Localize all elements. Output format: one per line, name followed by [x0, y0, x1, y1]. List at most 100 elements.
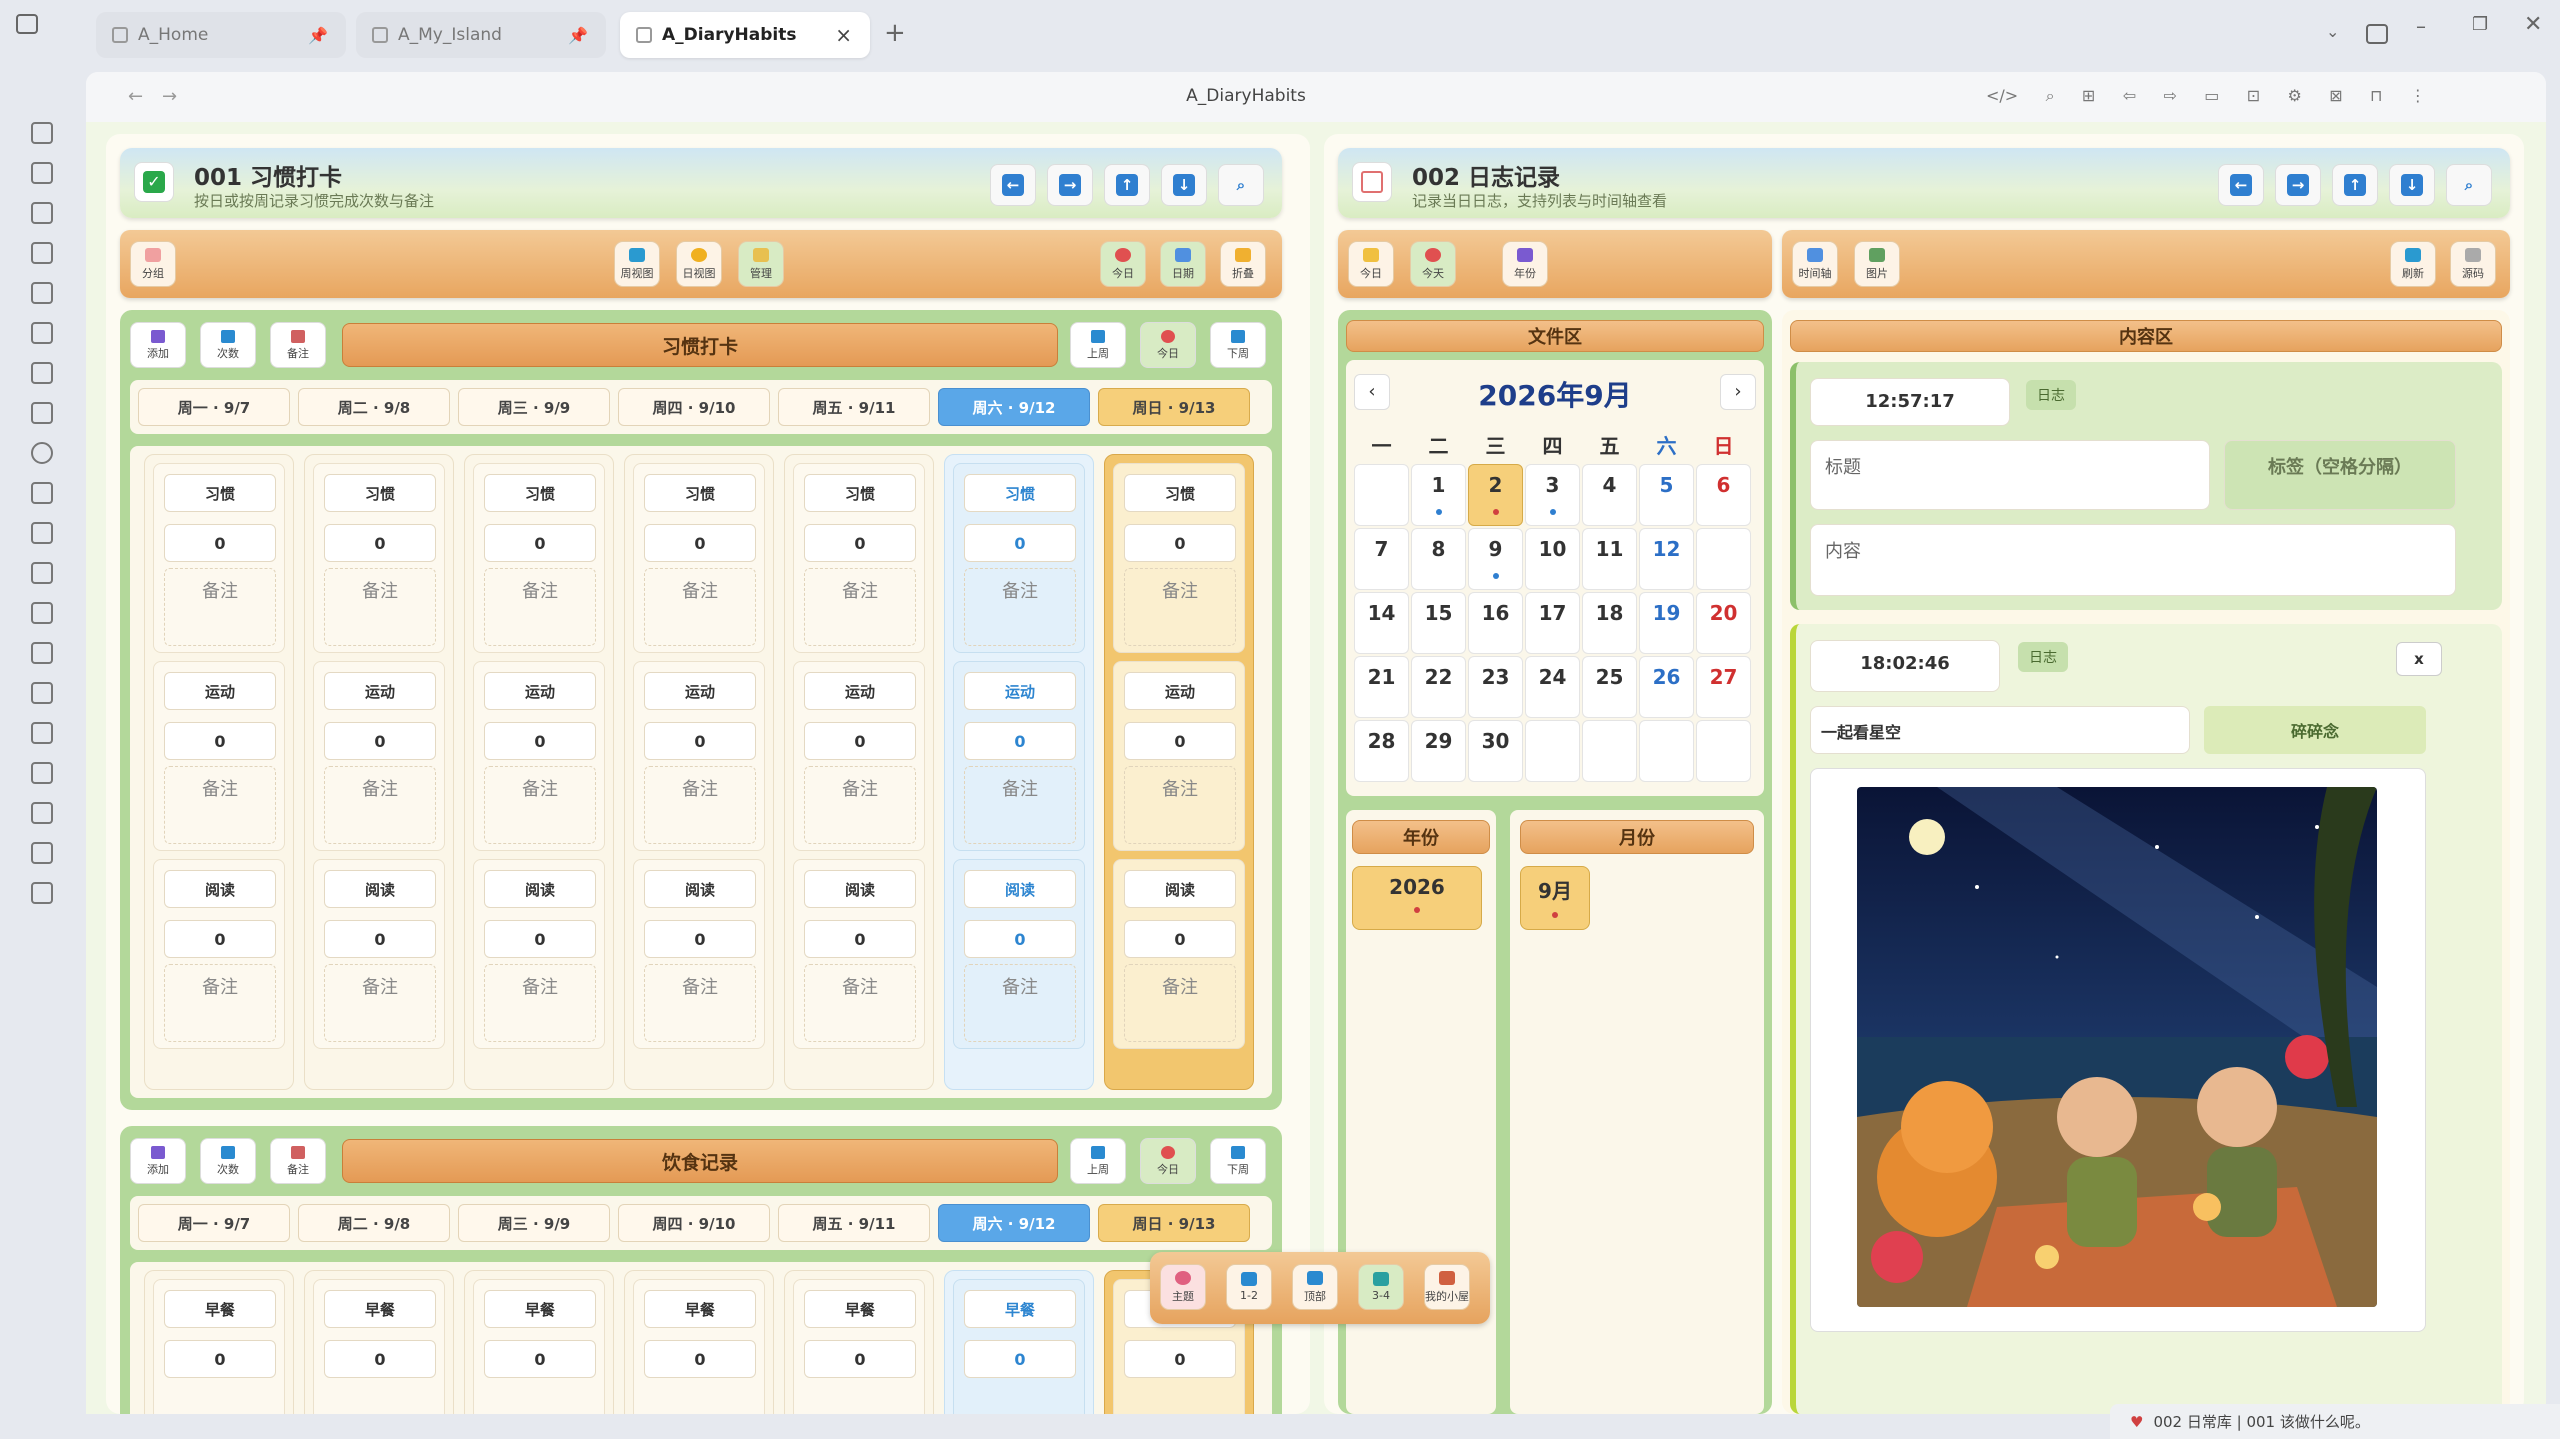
restore-button[interactable]: ❐: [2472, 14, 2488, 35]
habit-count[interactable]: 0: [484, 722, 596, 760]
home-icon[interactable]: [31, 682, 53, 704]
content-field[interactable]: 内容: [1810, 524, 2456, 596]
group-button[interactable]: 分组: [130, 241, 176, 287]
calendar-day[interactable]: 24: [1525, 656, 1580, 718]
tags-field[interactable]: 标签（空格分隔）: [2224, 440, 2456, 510]
search-button[interactable]: ⌕: [2446, 164, 2492, 206]
habit-note[interactable]: 备注: [804, 766, 916, 844]
habit-note[interactable]: 备注: [324, 964, 436, 1042]
habit-count[interactable]: 0: [964, 920, 1076, 958]
habit-name[interactable]: 运动: [1124, 672, 1236, 710]
habit-name[interactable]: 习惯: [804, 474, 916, 512]
today-button[interactable]: 今日: [1100, 241, 1146, 287]
calendar-day[interactable]: 9: [1468, 528, 1523, 590]
day-button[interactable]: 周二 · 9/8: [298, 1204, 450, 1242]
bookmark-add-icon[interactable]: ⊞: [2082, 86, 2095, 110]
calendar-day[interactable]: [1696, 720, 1751, 782]
jump-1-2-button[interactable]: 1-2: [1226, 1264, 1272, 1310]
habit-name[interactable]: 运动: [644, 672, 756, 710]
forward-link-icon[interactable]: ⇨: [2163, 86, 2176, 110]
day-button[interactable]: 周五 · 9/11: [778, 388, 930, 426]
habit-name[interactable]: 运动: [804, 672, 916, 710]
prev-week-button[interactable]: 上周: [1070, 322, 1126, 368]
bookmark-icon[interactable]: [31, 722, 53, 744]
arrow-up-button[interactable]: ↑: [2332, 164, 2378, 206]
habit-name[interactable]: 习惯: [164, 474, 276, 512]
habit-name[interactable]: 运动: [324, 672, 436, 710]
bookmark-icon[interactable]: ⊓: [2370, 86, 2382, 110]
day-button-today[interactable]: 周日 · 9/13: [1098, 1204, 1250, 1242]
tab-a-home[interactable]: A_Home 📌: [96, 12, 346, 58]
calendar-day[interactable]: 5: [1639, 464, 1694, 526]
calendar-day[interactable]: 15: [1411, 592, 1466, 654]
map-icon[interactable]: [31, 122, 53, 144]
habit-name[interactable]: 习惯: [964, 474, 1076, 512]
habit-count[interactable]: 0: [164, 524, 276, 562]
timeline-button[interactable]: 时间轴: [1792, 241, 1838, 287]
habit-note[interactable]: 备注: [484, 766, 596, 844]
jump-3-4-button[interactable]: 3-4: [1358, 1264, 1404, 1310]
day-button[interactable]: 周一 · 9/7: [138, 1204, 290, 1242]
menu-icon[interactable]: [31, 762, 53, 784]
calendar-day[interactable]: 28: [1354, 720, 1409, 782]
add-button[interactable]: 添加: [130, 1138, 186, 1184]
habit-note[interactable]: 备注: [164, 568, 276, 646]
calendar-day[interactable]: 30: [1468, 720, 1523, 782]
search-button[interactable]: ⌕: [1218, 164, 1264, 206]
arrow-down-button[interactable]: ↓: [2389, 164, 2435, 206]
habit-note[interactable]: 备注: [804, 964, 916, 1042]
habit-count[interactable]: 0: [324, 722, 436, 760]
habit-name[interactable]: 习惯: [644, 474, 756, 512]
habit-name[interactable]: 习惯: [324, 474, 436, 512]
calendar-day[interactable]: 3: [1525, 464, 1580, 526]
habit-count[interactable]: 0: [164, 920, 276, 958]
meal-name[interactable]: 早餐: [164, 1290, 276, 1328]
meal-name[interactable]: 早餐: [324, 1290, 436, 1328]
count-button[interactable]: 次数: [200, 322, 256, 368]
note-button[interactable]: 备注: [270, 322, 326, 368]
habit-note[interactable]: 备注: [964, 964, 1076, 1042]
day-button[interactable]: 周四 · 9/10: [618, 1204, 770, 1242]
day-button[interactable]: 周一 · 9/7: [138, 388, 290, 426]
habit-note[interactable]: 备注: [164, 766, 276, 844]
time-field[interactable]: 12:57:17: [1810, 378, 2010, 426]
habit-count[interactable]: 0: [1124, 524, 1236, 562]
fold-button[interactable]: 折叠: [1220, 241, 1266, 287]
tab-a-my-island[interactable]: A_My_Island 📌: [356, 12, 606, 58]
title-field[interactable]: 标题: [1810, 440, 2210, 510]
close-square-icon[interactable]: ⊠: [2329, 86, 2342, 110]
calendar-day[interactable]: 27: [1696, 656, 1751, 718]
my-house-button[interactable]: 我的小屋: [1424, 1264, 1470, 1310]
archive-icon[interactable]: [31, 242, 53, 264]
habit-note[interactable]: 备注: [484, 964, 596, 1042]
monitor-icon[interactable]: ▭: [2204, 86, 2219, 110]
terminal-icon[interactable]: [31, 802, 53, 824]
template-icon[interactable]: [31, 362, 53, 384]
meal-count[interactable]: 0: [1124, 1340, 1236, 1378]
habit-count[interactable]: 0: [1124, 722, 1236, 760]
close-window-button[interactable]: ✕: [2524, 12, 2542, 37]
next-week-button[interactable]: 下周: [1210, 1138, 1266, 1184]
today-button[interactable]: 今日: [1140, 1138, 1196, 1184]
count-button[interactable]: 次数: [200, 1138, 256, 1184]
day-button[interactable]: 周五 · 9/11: [778, 1204, 930, 1242]
note-button[interactable]: 备注: [270, 1138, 326, 1184]
meal-count[interactable]: 0: [164, 1340, 276, 1378]
meal-count[interactable]: 0: [324, 1340, 436, 1378]
sidebar-right-icon[interactable]: [2366, 24, 2388, 44]
meal-count[interactable]: 0: [644, 1340, 756, 1378]
habit-name[interactable]: 阅读: [484, 870, 596, 908]
book-icon[interactable]: [31, 202, 53, 224]
next-month-button[interactable]: ›: [1720, 374, 1756, 410]
calendar-day[interactable]: [1582, 720, 1637, 782]
tab-a-diaryhabits[interactable]: A_DiaryHabits ×: [620, 12, 870, 58]
day-button[interactable]: 周四 · 9/10: [618, 388, 770, 426]
meal-count[interactable]: 0: [964, 1340, 1076, 1378]
add-button[interactable]: 添加: [130, 322, 186, 368]
code-icon[interactable]: </>: [1986, 86, 2018, 110]
habit-count[interactable]: 0: [644, 524, 756, 562]
calendar-day[interactable]: [1354, 464, 1409, 526]
habit-count[interactable]: 0: [644, 920, 756, 958]
calendar-day[interactable]: 23: [1468, 656, 1523, 718]
day-button-selected[interactable]: 周六 · 9/12: [938, 1204, 1090, 1242]
